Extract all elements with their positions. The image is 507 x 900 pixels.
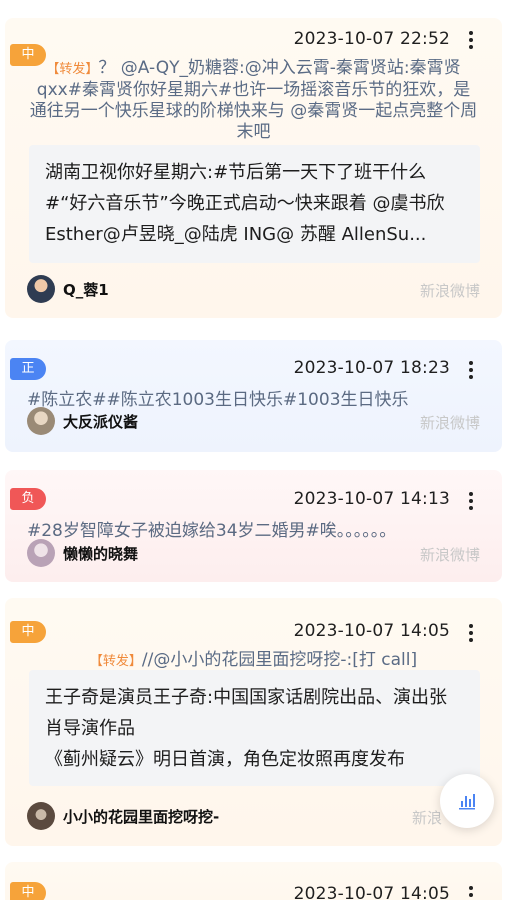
post-card[interactable]: 中 2023-10-07 14:05 【转发】//@小小的花园里面挖呀挖-:[打… <box>5 598 502 846</box>
author-name[interactable]: 小小的花园里面挖呀挖- <box>63 806 219 827</box>
sentiment-badge: 负 <box>10 488 46 510</box>
post-card[interactable]: 中 2023-10-07 14:05 <box>5 862 502 900</box>
bar-chart-icon <box>459 794 475 810</box>
forward-tag: 【转发】 <box>46 62 99 77</box>
author[interactable]: Q_蓉1 <box>27 275 109 303</box>
forward-text: 【转发】//@小小的花园里面挖呀挖-:[打 call] <box>29 650 478 672</box>
author[interactable]: 懒懒的晓舞 <box>27 539 138 567</box>
quoted-post[interactable]: 湖南卫视你好星期六:#节后第一天下了班干什么#“好六音乐节”今晚正式启动～快来跟… <box>29 145 480 263</box>
sentiment-badge: 中 <box>10 621 46 643</box>
forward-tag: 【转发】 <box>89 654 142 669</box>
avatar[interactable] <box>27 407 55 435</box>
post-card[interactable]: 负 2023-10-07 14:13 #28岁智障女子被迫嫁给34岁二婚男#唉。… <box>5 470 502 582</box>
post-card[interactable]: 正 2023-10-07 18:23 #陈立农##陈立农1003生日快乐#100… <box>5 340 502 452</box>
author[interactable]: 小小的花园里面挖呀挖- <box>27 802 219 830</box>
post-content[interactable]: #28岁智障女子被迫嫁给34岁二婚男#唉。。。。。。 <box>27 516 480 541</box>
more-vertical-icon[interactable] <box>468 884 474 900</box>
sentiment-badge: 中 <box>10 882 46 900</box>
post-card[interactable]: 中 2023-10-07 22:52 【转发】？ @A-QY_奶糖蓉:@冲入云霄… <box>5 18 502 318</box>
post-source: 新浪 <box>411 809 442 827</box>
more-vertical-icon[interactable] <box>468 490 474 512</box>
post-time: 2023-10-07 14:13 <box>293 489 450 509</box>
more-vertical-icon[interactable] <box>468 359 474 381</box>
sentiment-badge: 正 <box>10 358 46 380</box>
author-name[interactable]: 懒懒的晓舞 <box>63 543 138 564</box>
post-time: 2023-10-07 22:52 <box>293 29 450 49</box>
quoted-post[interactable]: 王子奇是演员王子奇:中国国家话剧院出品、演出张肖导演作品 《蓟州疑云》明日首演，… <box>29 670 480 786</box>
post-source: 新浪微博 <box>419 546 480 564</box>
forward-text: 【转发】？ @A-QY_奶糖蓉:@冲入云霄-秦霄贤站:秦霄贤qxx#秦霄贤你好星… <box>29 58 478 143</box>
post-source: 新浪微博 <box>419 414 480 432</box>
author-name[interactable]: 大反派仪酱 <box>63 411 138 432</box>
post-time: 2023-10-07 14:05 <box>293 621 450 641</box>
more-vertical-icon[interactable] <box>468 622 474 644</box>
stats-fab-button[interactable] <box>440 774 494 828</box>
author-name[interactable]: Q_蓉1 <box>63 279 109 300</box>
avatar[interactable] <box>27 275 55 303</box>
more-vertical-icon[interactable] <box>468 29 474 51</box>
post-time: 2023-10-07 18:23 <box>293 358 450 378</box>
post-source: 新浪微博 <box>419 282 480 300</box>
avatar[interactable] <box>27 539 55 567</box>
author[interactable]: 大反派仪酱 <box>27 407 138 435</box>
avatar[interactable] <box>27 802 55 830</box>
post-time: 2023-10-07 14:05 <box>293 884 450 900</box>
forward-content: //@小小的花园里面挖呀挖-:[打 call] <box>141 650 418 670</box>
